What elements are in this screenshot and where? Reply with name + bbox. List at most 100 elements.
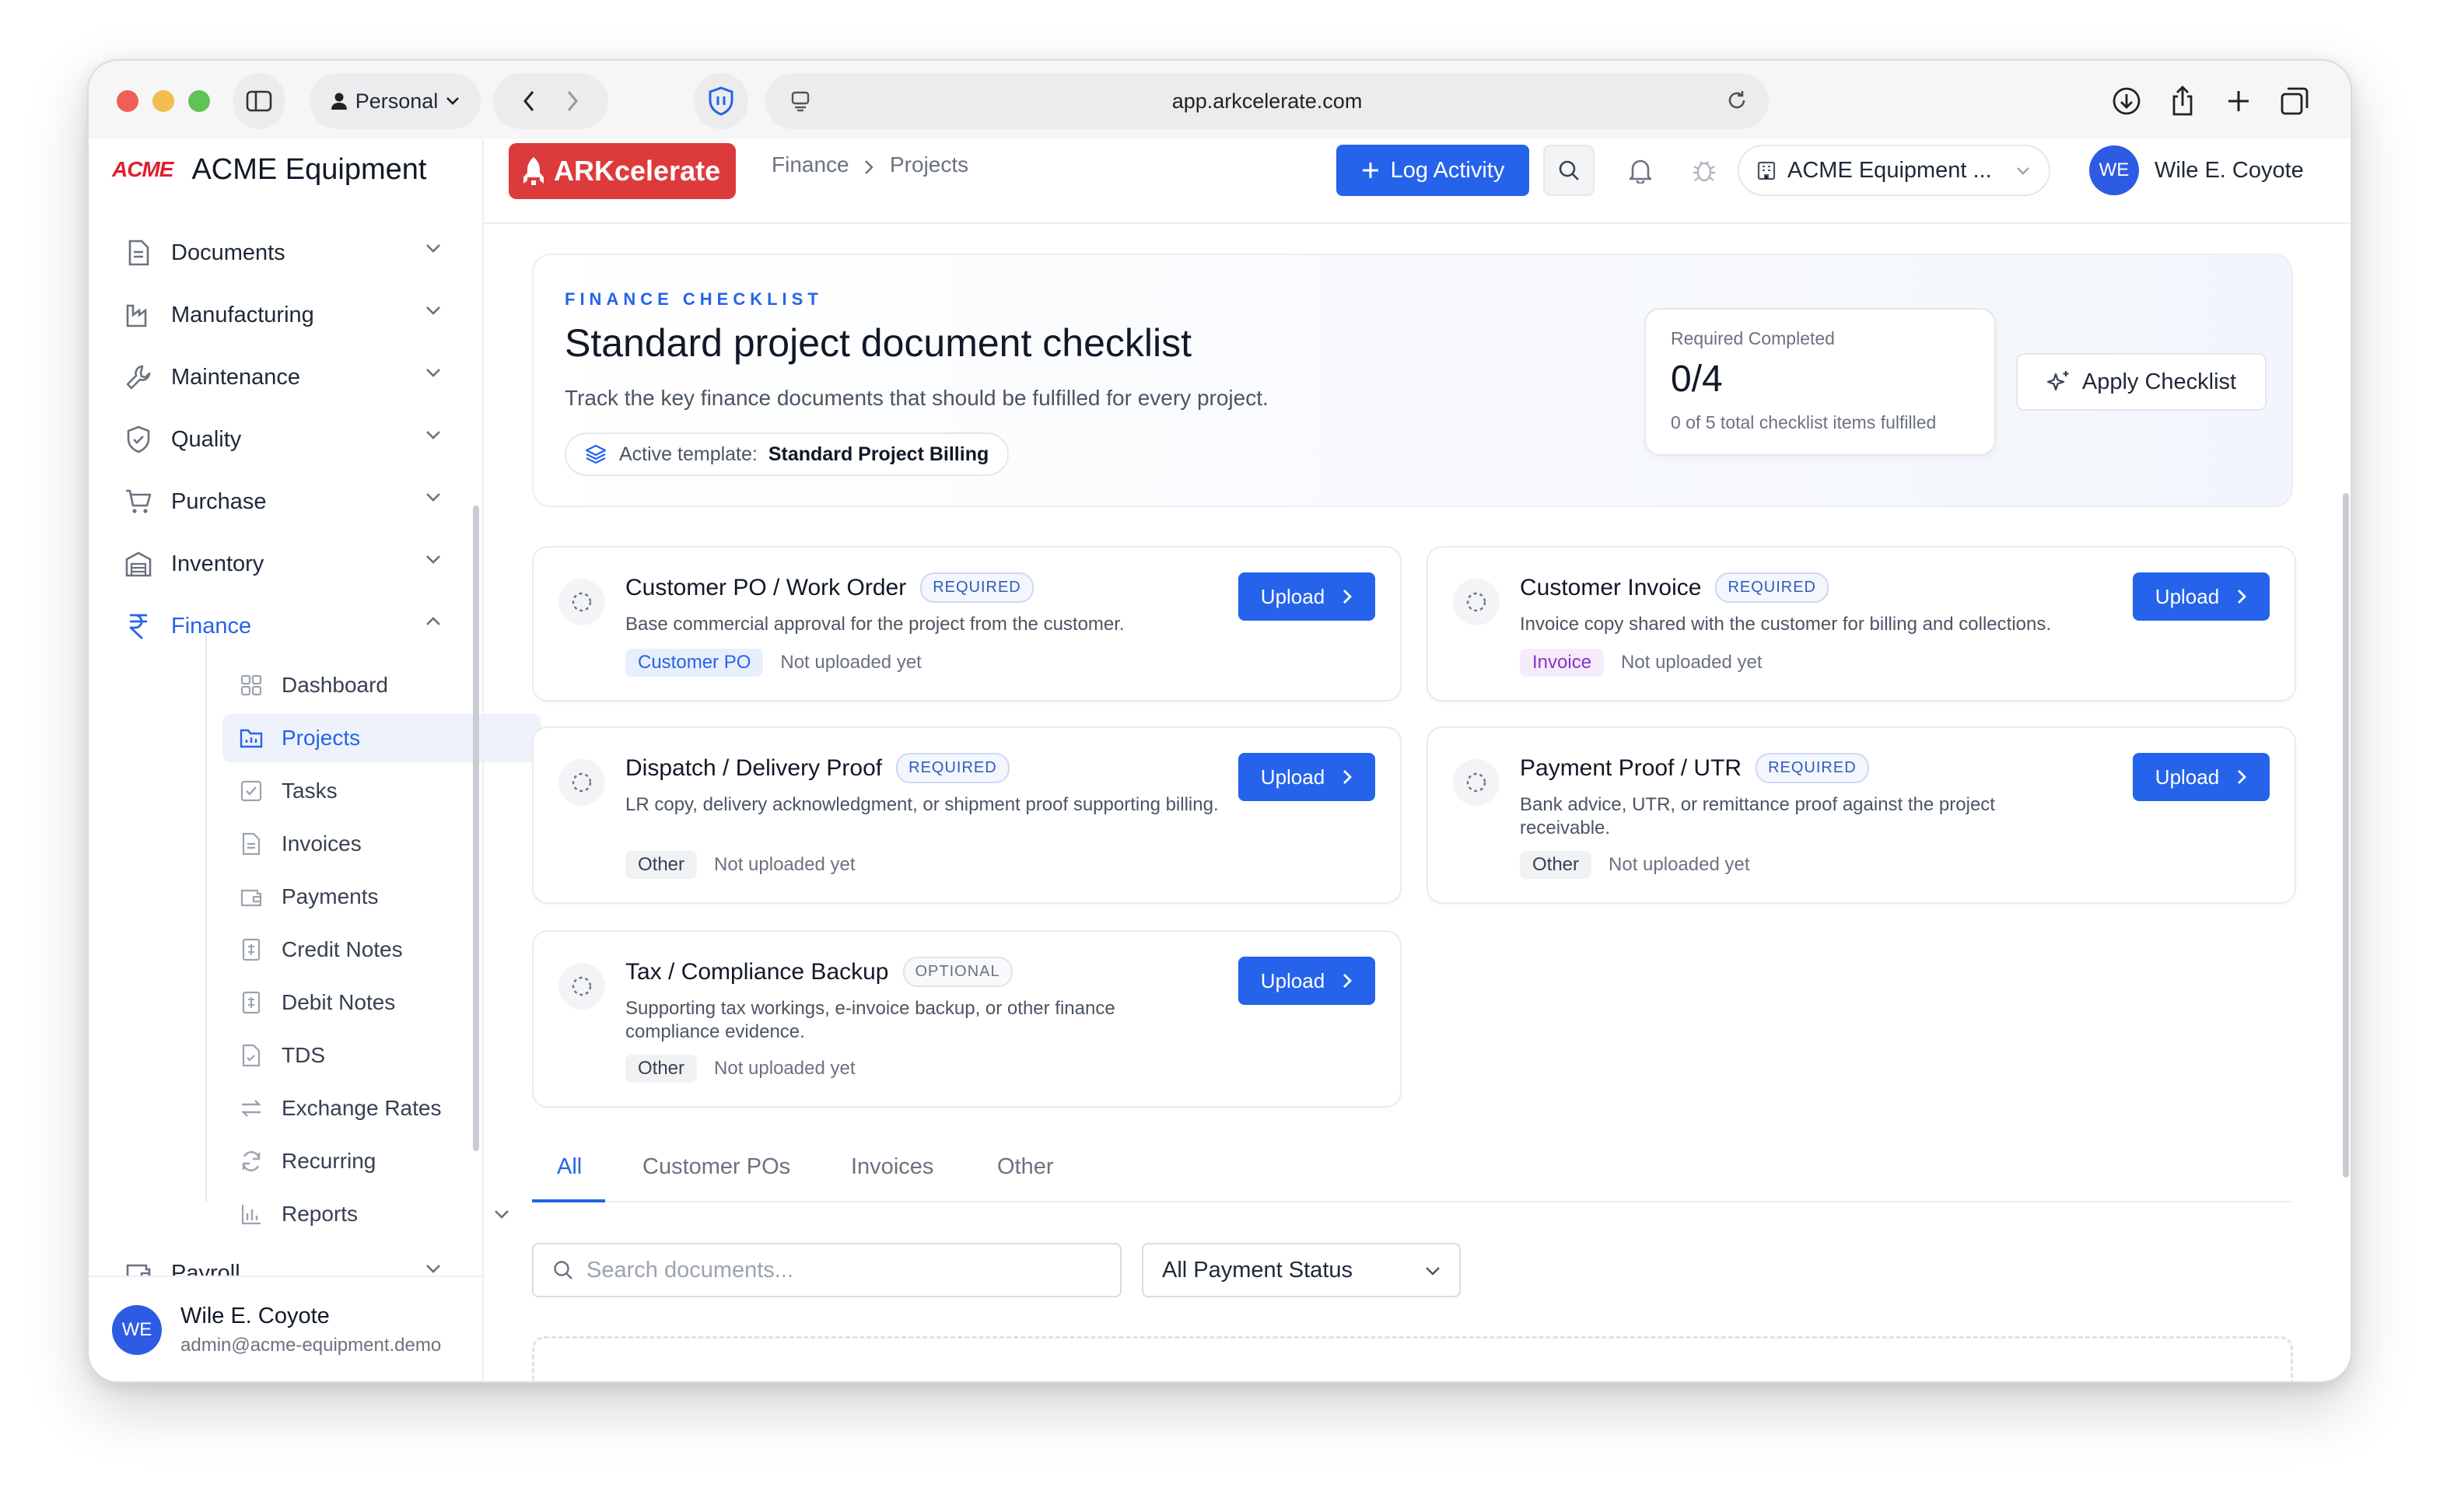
chevron-down-icon: [426, 244, 440, 253]
app-name: ARKcelerate: [554, 155, 721, 187]
profile-switcher[interactable]: Personal: [310, 73, 481, 129]
chevron-down-icon: [426, 369, 440, 377]
chevron-down-icon: [495, 1210, 509, 1219]
doc-title-row: Tax / Compliance Backup OPTIONAL: [625, 957, 1013, 987]
doc-type-tag: Other: [625, 851, 698, 879]
finance-checklist-card: FINANCE CHECKLIST Standard project docum…: [532, 254, 2293, 507]
tab-customer-pos[interactable]: Customer POs: [642, 1154, 790, 1180]
upload-label: Upload: [1260, 968, 1325, 992]
doc-description: LR copy, delivery acknowledgment, or shi…: [625, 794, 1219, 815]
new-tab-icon[interactable]: [2218, 81, 2259, 121]
apply-checklist-button[interactable]: Apply Checklist: [2016, 353, 2267, 411]
sidebar-item-label: Inventory: [171, 551, 264, 576]
doc-card-customer-invoice: Customer Invoice REQUIRED Invoice copy s…: [1427, 546, 2296, 702]
wrench-icon: [123, 362, 154, 393]
downloads-icon[interactable]: [2106, 81, 2147, 121]
layers-icon: [585, 444, 607, 464]
sidebar-subitem-invoices[interactable]: Invoices: [222, 820, 541, 868]
refresh-icon: [238, 1148, 264, 1174]
document-dropzone[interactable]: [532, 1336, 2293, 1383]
sidebar-subitem-projects[interactable]: Projects: [222, 714, 541, 762]
tab-invoices[interactable]: Invoices: [851, 1154, 933, 1180]
reload-icon[interactable]: [1725, 89, 1749, 117]
upload-button[interactable]: Upload: [1238, 572, 1375, 621]
required-badge: REQUIRED: [920, 572, 1034, 603]
sidebar-scrollbar[interactable]: [473, 506, 479, 1151]
required-value: 0/4: [1671, 359, 1723, 400]
forward-icon[interactable]: [566, 90, 579, 112]
bug-icon[interactable]: [1679, 145, 1730, 196]
sidebar-item-maintenance[interactable]: Maintenance: [123, 353, 450, 401]
submenu-guide-line: [205, 635, 207, 1202]
share-icon[interactable]: [2162, 81, 2203, 121]
breadcrumb-finance[interactable]: Finance: [772, 152, 849, 177]
back-icon[interactable]: [523, 90, 535, 112]
shield-extension-icon[interactable]: [694, 73, 748, 129]
sidebar-item-finance[interactable]: Finance: [123, 602, 450, 650]
address-bar[interactable]: app.arkcelerate.com: [765, 73, 1769, 129]
search-icon[interactable]: [1543, 145, 1595, 196]
minimize-window-button[interactable]: [152, 90, 174, 112]
sidebar-subitem-debit-notes[interactable]: Debit Notes: [222, 978, 541, 1027]
page-settings-icon[interactable]: [790, 90, 810, 117]
sidebar-user-card[interactable]: WE Wile E. Coyote admin@acme-equipment.d…: [89, 1276, 482, 1381]
sidebar-subitem-tds[interactable]: TDS: [222, 1031, 541, 1080]
doc-type-tag: Other: [625, 1055, 698, 1083]
cart-icon: [123, 486, 154, 517]
sidebar-toggle-icon[interactable]: [233, 73, 285, 129]
doc-upload-status: Not uploaded yet: [714, 1058, 856, 1079]
sidebar-item-documents[interactable]: Documents: [123, 229, 450, 277]
user-menu[interactable]: WE Wile E. Coyote: [2089, 143, 2304, 198]
sidebar-subitem-label: Dashboard: [282, 673, 388, 697]
chevron-down-icon: [426, 431, 440, 439]
chevron-up-icon: [426, 617, 440, 625]
upload-button[interactable]: Upload: [2133, 753, 2270, 801]
pending-status-icon: [558, 759, 605, 806]
sidebar-subitem-label: Invoices: [282, 831, 362, 856]
search-input[interactable]: Search documents...: [532, 1243, 1122, 1297]
checkbox-icon: [238, 778, 264, 804]
tab-overview-icon[interactable]: [2274, 81, 2315, 121]
tab-all[interactable]: All: [557, 1154, 582, 1180]
invoice-icon: [238, 831, 264, 857]
sidebar-brand[interactable]: ACME ACME Equipment: [112, 146, 426, 193]
template-label: Active template:: [619, 443, 758, 465]
sidebar-subitem-tasks[interactable]: Tasks: [222, 767, 541, 815]
history-nav: [493, 73, 608, 129]
sidebar-subitem-dashboard[interactable]: Dashboard: [222, 661, 541, 709]
sidebar-subitem-exchange-rates[interactable]: Exchange Rates: [222, 1084, 541, 1132]
chevron-down-icon: [1426, 1267, 1440, 1276]
sidebar-item-inventory[interactable]: Inventory: [123, 540, 450, 588]
organization-select[interactable]: ACME Equipment ...: [1738, 145, 2050, 196]
sidebar-subitem-payments[interactable]: Payments: [222, 873, 541, 921]
checklist-eyebrow: FINANCE CHECKLIST: [565, 289, 823, 309]
sparkles-icon: [2046, 371, 2069, 391]
sidebar-subitem-reports[interactable]: Reports: [222, 1190, 541, 1238]
sidebar-subitem-label: Reports: [282, 1202, 359, 1226]
payment-status-select[interactable]: All Payment Status: [1142, 1243, 1461, 1297]
doc-meta: Other Not uploaded yet: [625, 851, 856, 879]
sidebar-item-manufacturing[interactable]: Manufacturing: [123, 291, 450, 339]
main-scrollbar[interactable]: [2343, 493, 2349, 1178]
bell-icon[interactable]: [1615, 145, 1666, 196]
app-logo[interactable]: ARKcelerate: [509, 143, 736, 199]
sidebar-subitem-credit-notes[interactable]: Credit Notes: [222, 926, 541, 974]
log-activity-button[interactable]: Log Activity: [1336, 145, 1529, 196]
sidebar-item-purchase[interactable]: Purchase: [123, 478, 450, 526]
sidebar-item-label: Quality: [171, 426, 242, 452]
upload-label: Upload: [1260, 584, 1325, 608]
doc-upload-status: Not uploaded yet: [714, 854, 856, 875]
doc-meta: Customer PO Not uploaded yet: [625, 649, 922, 677]
close-window-button[interactable]: [117, 90, 138, 112]
sidebar-subitem-recurring[interactable]: Recurring: [222, 1137, 541, 1185]
user-name: Wile E. Coyote: [2155, 157, 2304, 183]
upload-button[interactable]: Upload: [1238, 753, 1375, 801]
upload-button[interactable]: Upload: [1238, 957, 1375, 1005]
sidebar-item-quality[interactable]: Quality: [123, 415, 450, 464]
payment-status-value: All Payment Status: [1162, 1257, 1353, 1283]
rupee-icon: [123, 611, 154, 642]
tab-other[interactable]: Other: [997, 1154, 1054, 1180]
zoom-window-button[interactable]: [188, 90, 210, 112]
upload-button[interactable]: Upload: [2133, 572, 2270, 621]
chevron-right-icon: [2238, 590, 2247, 604]
